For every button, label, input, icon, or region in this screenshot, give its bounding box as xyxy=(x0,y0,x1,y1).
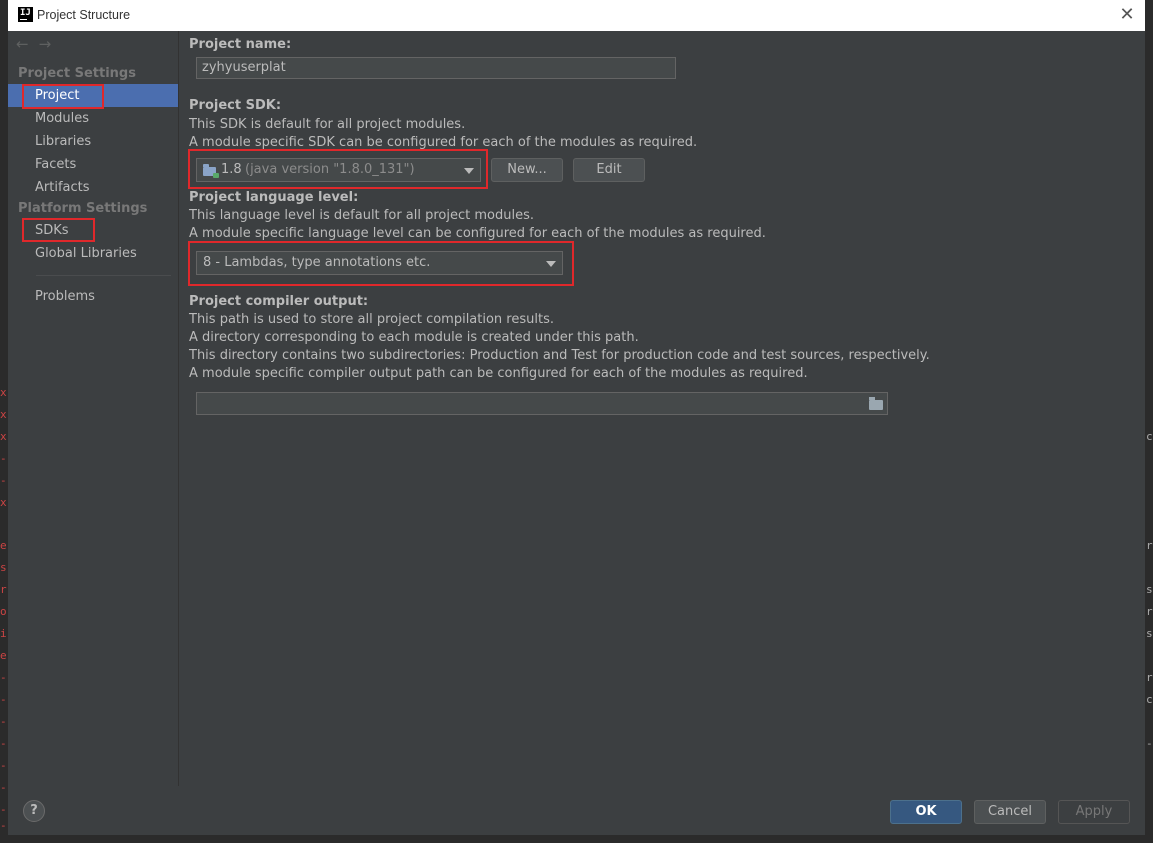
window-title: Project Structure xyxy=(37,8,131,22)
background-code-glyph: - xyxy=(0,671,7,684)
compiler-output-desc-3: This directory contains two subdirectori… xyxy=(189,348,930,363)
background-code-glyph: - xyxy=(0,803,7,816)
project-sdk-desc-1: This SDK is default for all project modu… xyxy=(189,117,466,132)
sidebar-item-modules[interactable]: Modules xyxy=(8,107,178,130)
sdk-edit-button[interactable]: Edit xyxy=(573,158,645,182)
project-settings-title: Project Settings xyxy=(18,66,136,81)
background-editor-left: xxx--xesroie--------- xyxy=(0,30,8,843)
sdk-version: 1.8 xyxy=(221,162,242,177)
background-code-glyph: - xyxy=(0,474,7,487)
apply-button[interactable]: Apply xyxy=(1058,800,1130,824)
background-code-glyph: - xyxy=(0,693,7,706)
background-code-glyph: r xyxy=(1146,605,1153,618)
project-sdk-label: Project SDK: xyxy=(189,98,282,113)
background-code-glyph: e xyxy=(0,539,7,552)
intellij-app-icon: IJ xyxy=(18,7,33,22)
project-sdk-desc-2: A module specific SDK can be configured … xyxy=(189,135,698,150)
background-code-glyph: r xyxy=(1146,671,1153,684)
sidebar: ← → Project Settings Project Modules Libr… xyxy=(8,31,179,786)
background-code-glyph: s xyxy=(0,561,7,574)
project-settings-panel: Project name: zyhyuserplat Project SDK: … xyxy=(179,31,1145,786)
compiler-output-desc-4: A module specific compiler output path c… xyxy=(189,366,808,381)
dialog-footer: ? OK Cancel Apply xyxy=(8,786,1145,835)
background-code-glyph: - xyxy=(0,759,7,772)
background-code-glyph: e xyxy=(0,649,7,662)
sidebar-item-artifacts[interactable]: Artifacts xyxy=(8,176,178,199)
background-code-glyph: i xyxy=(0,627,7,640)
language-level-value: 8 - Lambdas, type annotations etc. xyxy=(203,255,431,270)
background-code-glyph: c xyxy=(1146,430,1153,443)
title-bar: IJ Project Structure ✕ xyxy=(8,0,1145,31)
forward-arrow-icon[interactable]: → xyxy=(39,35,52,53)
compiler-output-input[interactable] xyxy=(196,392,888,415)
background-code-glyph: x xyxy=(0,408,7,421)
language-level-dropdown[interactable]: 8 - Lambdas, type annotations etc. xyxy=(196,251,563,275)
sidebar-item-problems[interactable]: Problems xyxy=(8,285,178,308)
back-arrow-icon[interactable]: ← xyxy=(16,35,29,53)
close-icon[interactable]: ✕ xyxy=(1118,6,1136,24)
background-code-glyph: - xyxy=(0,715,7,728)
background-code-glyph: r xyxy=(0,583,7,596)
background-code-glyph: - xyxy=(0,781,7,794)
project-name-label: Project name: xyxy=(189,37,292,52)
help-button[interactable]: ? xyxy=(23,800,45,822)
sidebar-item-libraries[interactable]: Libraries xyxy=(8,130,178,153)
background-code-glyph: s xyxy=(1146,627,1153,640)
background-code-glyph: x xyxy=(0,430,7,443)
background-editor-right: crsrsrc- xyxy=(1145,30,1153,843)
background-code-glyph: o xyxy=(0,605,7,618)
chevron-down-icon xyxy=(464,168,474,174)
chevron-down-icon xyxy=(546,261,556,267)
compiler-output-label: Project compiler output: xyxy=(189,294,369,309)
cancel-button[interactable]: Cancel xyxy=(974,800,1046,824)
sidebar-item-facets[interactable]: Facets xyxy=(8,153,178,176)
language-level-desc-1: This language level is default for all p… xyxy=(189,208,534,223)
nav-arrows: ← → xyxy=(16,35,61,53)
background-code-glyph: r xyxy=(1146,539,1153,552)
background-code-glyph: x xyxy=(0,386,7,399)
browse-folder-icon[interactable] xyxy=(869,397,883,410)
background-code-glyph: s xyxy=(1146,583,1153,596)
sdk-new-button[interactable]: New... xyxy=(491,158,563,182)
sidebar-item-project[interactable]: Project xyxy=(8,84,178,107)
compiler-output-desc-2: A directory corresponding to each module… xyxy=(189,330,639,345)
project-sdk-dropdown[interactable]: 1.8 (java version "1.8.0_131") xyxy=(196,158,481,182)
language-level-label: Project language level: xyxy=(189,190,359,205)
language-level-desc-2: A module specific language level can be … xyxy=(189,226,766,241)
project-structure-dialog: IJ Project Structure ✕ ← → Project Settin… xyxy=(8,0,1145,835)
background-code-glyph: - xyxy=(1146,737,1153,750)
platform-settings-title: Platform Settings xyxy=(18,201,148,216)
sidebar-item-sdks[interactable]: SDKs xyxy=(8,219,178,242)
background-code-glyph: - xyxy=(0,737,7,750)
sdk-version-detail: (java version "1.8.0_131") xyxy=(245,162,415,177)
sdk-folder-icon xyxy=(203,164,219,178)
background-code-glyph: - xyxy=(0,452,7,465)
background-code-glyph: c xyxy=(1146,693,1153,706)
sidebar-item-global-libraries[interactable]: Global Libraries xyxy=(8,242,178,265)
background-code-glyph: x xyxy=(0,496,7,509)
project-name-input[interactable]: zyhyuserplat xyxy=(196,57,676,79)
ok-button[interactable]: OK xyxy=(890,800,962,824)
compiler-output-desc-1: This path is used to store all project c… xyxy=(189,312,554,327)
sidebar-divider xyxy=(36,275,171,276)
background-editor-bottom xyxy=(0,835,1153,843)
